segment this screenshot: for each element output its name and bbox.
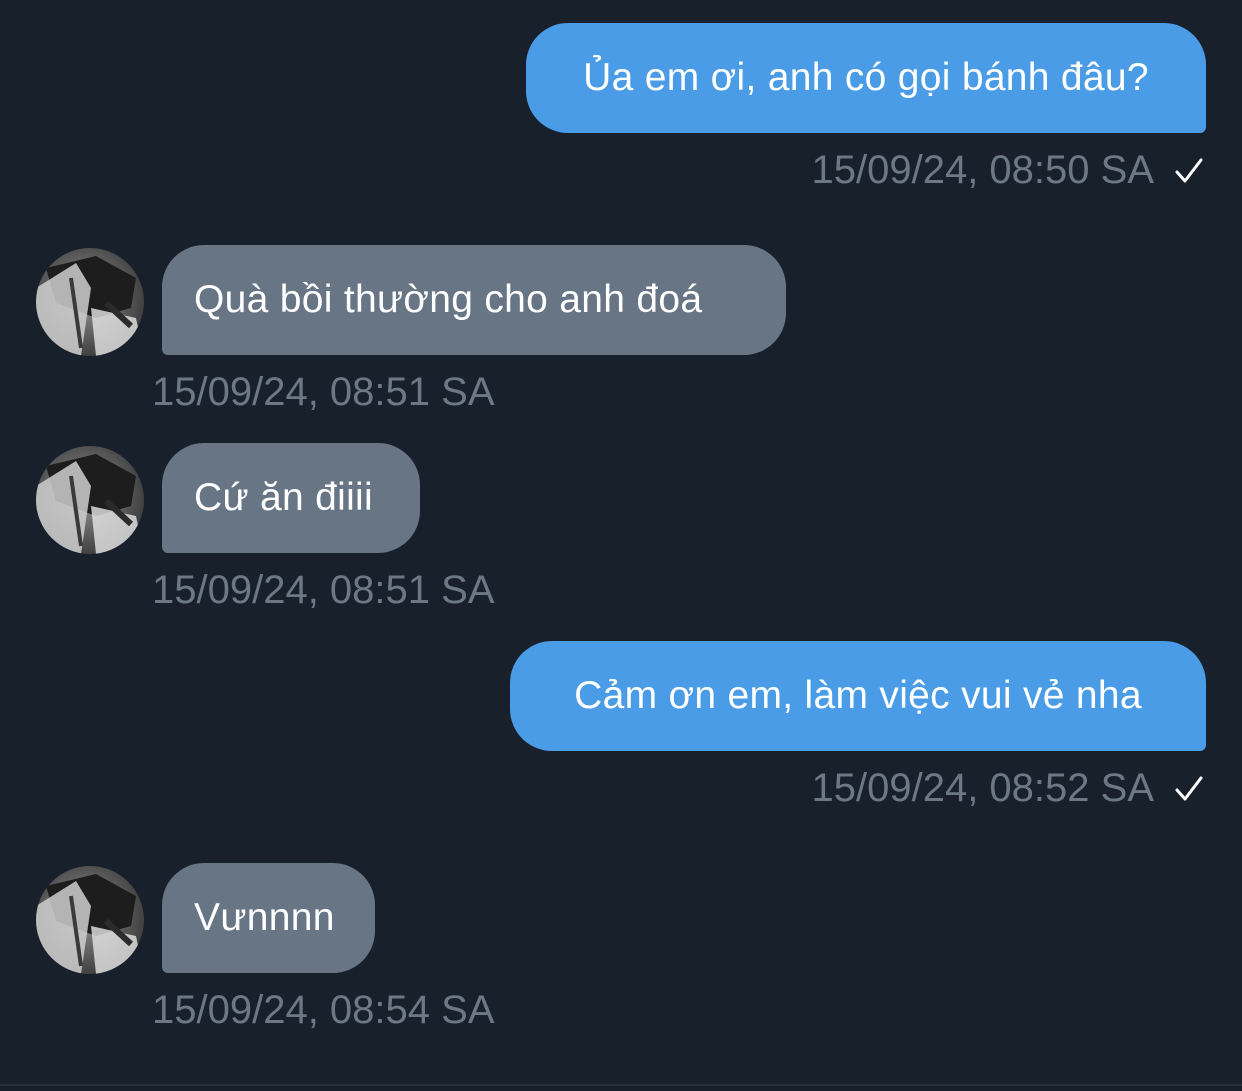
message-timestamp: 15/09/24, 08:51 SA (152, 568, 495, 612)
avatar-image (36, 446, 144, 554)
avatar-image (36, 248, 144, 356)
message-timestamp: 15/09/24, 08:51 SA (152, 370, 495, 414)
message-meta: 15/09/24, 08:52 SA (812, 766, 1207, 811)
avatar[interactable] (36, 866, 144, 974)
message-meta: 15/09/24, 08:50 SA (812, 148, 1207, 193)
check-icon (1175, 158, 1203, 182)
message-text: Cảm ơn em, làm việc vui vẻ nha (574, 674, 1142, 717)
chat-thread[interactable]: Ủa em ơi, anh có gọi bánh đâu? 15/09/24,… (0, 0, 1242, 1091)
outgoing-message-bubble[interactable]: Cảm ơn em, làm việc vui vẻ nha (510, 641, 1206, 751)
incoming-message-bubble[interactable]: Cứ ăn điiii (162, 443, 420, 553)
avatar-image (36, 866, 144, 974)
check-icon (1175, 776, 1203, 800)
divider (0, 1084, 1242, 1086)
message-timestamp: 15/09/24, 08:50 SA (811, 148, 1155, 192)
message-text: Vưnnnn (194, 896, 335, 939)
message-text: Cứ ăn điiii (194, 476, 373, 519)
avatar[interactable] (36, 446, 144, 554)
avatar[interactable] (36, 248, 144, 356)
message-timestamp: 15/09/24, 08:54 SA (152, 988, 495, 1032)
message-text: Ủa em ơi, anh có gọi bánh đâu? (583, 56, 1149, 99)
message-timestamp: 15/09/24, 08:52 SA (811, 766, 1155, 810)
incoming-message-bubble[interactable]: Vưnnnn (162, 863, 375, 973)
outgoing-message-bubble[interactable]: Ủa em ơi, anh có gọi bánh đâu? (526, 23, 1206, 133)
message-text: Quà bồi thường cho anh đoá (194, 278, 703, 321)
incoming-message-bubble[interactable]: Quà bồi thường cho anh đoá (162, 245, 786, 355)
